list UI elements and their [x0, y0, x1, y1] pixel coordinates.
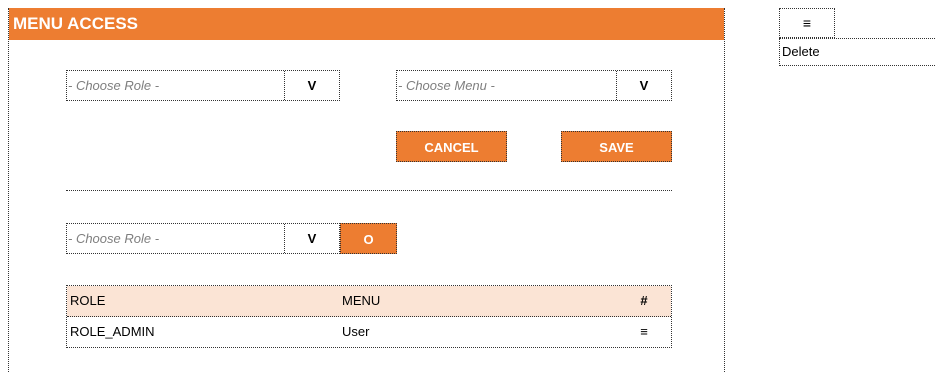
role-select[interactable]: - Choose Role - V — [66, 70, 340, 101]
role-select-placeholder: - Choose Role - — [68, 78, 160, 93]
hamburger-icon[interactable]: ≡ — [617, 317, 671, 347]
filter-role-select-placeholder: - Choose Role - — [68, 231, 160, 246]
menu-select[interactable]: - Choose Menu - V — [396, 70, 672, 101]
table-header-row: ROLE MENU # — [67, 286, 671, 317]
column-header-action: # — [640, 293, 648, 308]
cancel-button[interactable]: CANCEL — [396, 131, 507, 162]
save-button[interactable]: SAVE — [561, 131, 672, 162]
column-header-role: ROLE — [70, 293, 106, 308]
cell-menu: User — [342, 324, 370, 339]
chevron-down-icon[interactable]: V — [616, 71, 671, 100]
access-table: ROLE MENU # ROLE_ADMIN User ≡ — [66, 285, 672, 348]
row-context-menu: ≡ Delete — [779, 8, 935, 66]
divider — [66, 190, 672, 191]
column-header-menu: MENU — [342, 293, 381, 308]
table-row: ROLE_ADMIN User ≡ — [67, 317, 671, 347]
hamburger-icon[interactable]: ≡ — [779, 8, 835, 38]
chevron-down-icon[interactable]: V — [284, 71, 339, 100]
menu-access-panel: MENU ACCESS - Choose Role - V - Choose M… — [8, 8, 725, 372]
search-button[interactable]: O — [340, 223, 397, 254]
delete-menu-item[interactable]: Delete — [779, 38, 935, 66]
chevron-down-icon[interactable]: V — [284, 224, 339, 253]
menu-select-placeholder: - Choose Menu - — [398, 78, 495, 93]
panel-title: MENU ACCESS — [9, 8, 724, 40]
cell-role: ROLE_ADMIN — [70, 324, 155, 339]
filter-role-select[interactable]: - Choose Role - V — [66, 223, 340, 254]
